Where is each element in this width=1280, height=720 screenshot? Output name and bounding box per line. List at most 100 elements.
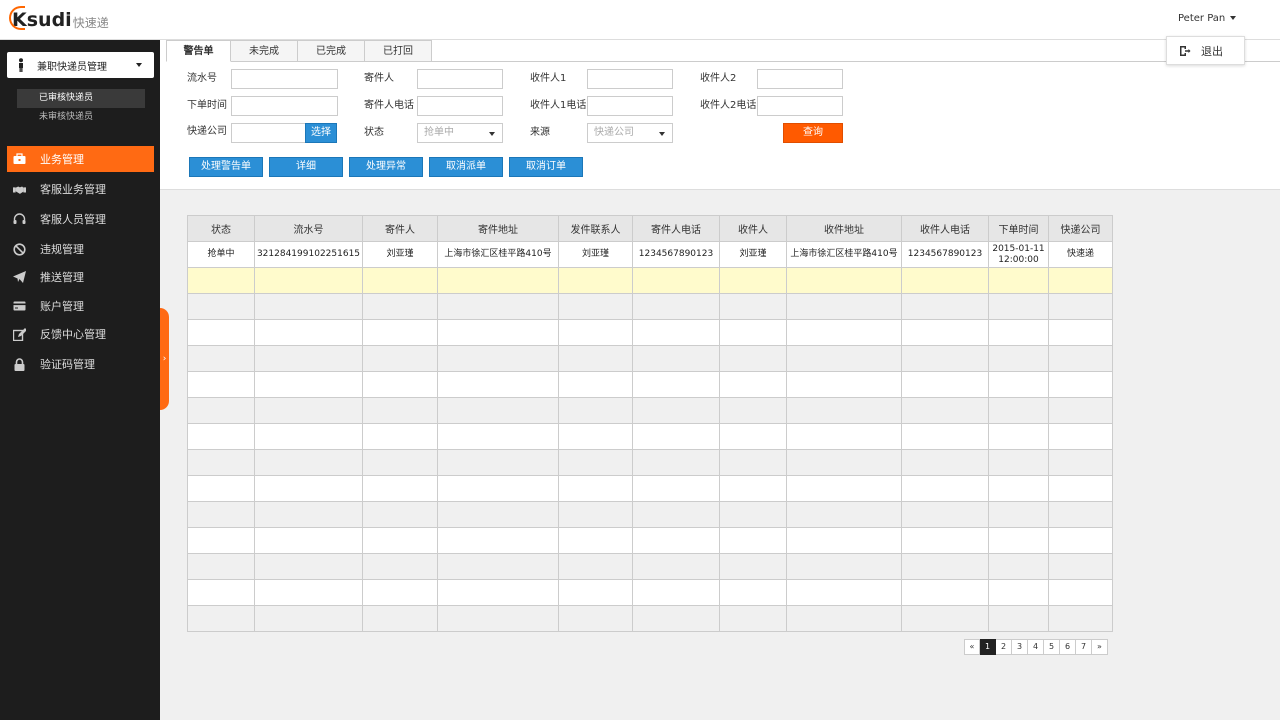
table-cell — [901, 579, 989, 606]
table-cell — [632, 371, 720, 398]
handle-warning-button[interactable]: 处理警告单 — [189, 157, 263, 177]
table-cell — [901, 371, 989, 398]
status-select-value: 抢单中 — [424, 127, 454, 138]
table-row[interactable] — [187, 293, 1113, 320]
table-cell — [362, 345, 438, 372]
table-row[interactable] — [187, 371, 1113, 398]
sidebar-item-business[interactable]: 业务管理 — [7, 146, 154, 172]
cancel-order-button[interactable]: 取消订单 — [509, 157, 583, 177]
table-cell — [558, 449, 633, 476]
receiver2-phone-input[interactable] — [757, 96, 843, 116]
column-header[interactable]: 发件联系人 — [558, 215, 633, 242]
column-header[interactable]: 状态 — [187, 215, 255, 242]
table-cell: 1234567890123 — [632, 241, 720, 268]
table-row[interactable] — [187, 605, 1113, 632]
table-row[interactable] — [187, 449, 1113, 476]
sender-phone-input[interactable] — [417, 96, 503, 116]
table-row[interactable] — [187, 527, 1113, 554]
column-header[interactable]: 快递公司 — [1048, 215, 1113, 242]
tab-incomplete[interactable]: 未完成 — [231, 40, 298, 62]
table-cell — [786, 267, 902, 294]
user-menu[interactable]: Peter Pan — [1178, 13, 1237, 24]
table-row[interactable] — [187, 501, 1113, 528]
table-cell — [632, 449, 720, 476]
column-header[interactable]: 寄件人电话 — [632, 215, 720, 242]
order-time-input[interactable] — [231, 96, 338, 116]
table-cell — [719, 579, 787, 606]
column-header[interactable]: 寄件地址 — [437, 215, 559, 242]
sub-item-pending-couriers[interactable]: 未审核快递员 — [17, 108, 145, 127]
handle-exception-button[interactable]: 处理异常 — [349, 157, 423, 177]
tab-returned[interactable]: 已打回 — [365, 40, 432, 62]
table-row[interactable] — [187, 397, 1113, 424]
table-row[interactable] — [187, 319, 1113, 346]
column-header[interactable]: 流水号 — [254, 215, 363, 242]
table-cell — [558, 553, 633, 580]
cancel-dispatch-button[interactable]: 取消派单 — [429, 157, 503, 177]
logo[interactable]: Ksudi 快速递 — [9, 6, 109, 33]
sub-item-approved-couriers[interactable]: 已审核快递员 — [17, 89, 145, 108]
query-button[interactable]: 查询 — [783, 123, 843, 143]
receiver1-phone-input[interactable] — [587, 96, 673, 116]
role-select[interactable]: 兼职快递员管理 — [7, 52, 154, 78]
table-row[interactable] — [187, 579, 1113, 606]
page-button[interactable]: 2 — [996, 639, 1012, 655]
logout-menu-item[interactable]: 退出 — [1166, 36, 1245, 65]
table-cell — [558, 267, 633, 294]
receiver1-phone-label: 收件人1电话 — [530, 100, 587, 111]
table-row[interactable] — [187, 423, 1113, 450]
table-cell — [786, 501, 902, 528]
prev-page-button[interactable]: « — [964, 639, 980, 655]
sidebar-item-captcha[interactable]: 验证码管理 — [7, 351, 154, 377]
status-select[interactable]: 抢单中 — [417, 123, 503, 143]
tab-warning[interactable]: 警告单 — [166, 40, 231, 62]
table-cell — [254, 371, 363, 398]
sidebar-item-accounts[interactable]: 账户管理 — [7, 293, 154, 319]
page-button[interactable]: 7 — [1076, 639, 1092, 655]
sidebar-item-push[interactable]: 推送管理 — [7, 264, 154, 290]
receiver2-phone-label: 收件人2电话 — [700, 100, 757, 111]
table-cell — [632, 267, 720, 294]
table-row[interactable]: 抢单中 321284199102251615 刘亚瑾 上海市徐汇区桂平路410号 刘亚瑾… — [187, 241, 1113, 268]
column-header[interactable]: 收件地址 — [786, 215, 902, 242]
credit-card-icon — [13, 300, 26, 313]
table-row[interactable] — [187, 475, 1113, 502]
table-row[interactable] — [187, 553, 1113, 580]
tab-completed[interactable]: 已完成 — [298, 40, 365, 62]
table-cell: 1234567890123 — [901, 241, 989, 268]
table-cell — [437, 527, 559, 554]
sidebar-item-cs-staff[interactable]: 客服人员管理 — [7, 206, 154, 232]
source-select[interactable]: 快递公司 — [587, 123, 673, 143]
table-row[interactable] — [187, 345, 1113, 372]
table-cell — [254, 527, 363, 554]
table-cell — [901, 501, 989, 528]
chevron-down-icon — [659, 132, 665, 136]
sidebar-item-violations[interactable]: 违规管理 — [7, 236, 154, 262]
page-button[interactable]: 6 — [1060, 639, 1076, 655]
sender-input[interactable] — [417, 69, 503, 89]
receiver1-input[interactable] — [587, 69, 673, 89]
table-cell — [632, 319, 720, 346]
column-header[interactable]: 下单时间 — [988, 215, 1049, 242]
column-header[interactable]: 收件人 — [719, 215, 787, 242]
page-button[interactable]: 3 — [1012, 639, 1028, 655]
page-button[interactable]: 1 — [980, 639, 996, 655]
receiver2-input[interactable] — [757, 69, 843, 89]
table-row[interactable] — [187, 267, 1113, 294]
sidebar-toggle-button[interactable]: › — [160, 308, 169, 410]
page-button[interactable]: 5 — [1044, 639, 1060, 655]
serial-input[interactable] — [231, 69, 338, 89]
table-cell: 抢单中 — [187, 241, 255, 268]
page-button[interactable]: 4 — [1028, 639, 1044, 655]
column-header[interactable]: 寄件人 — [362, 215, 438, 242]
logo-cn-text: 快速递 — [72, 15, 109, 30]
next-page-button[interactable]: » — [1092, 639, 1108, 655]
table-cell — [988, 579, 1049, 606]
details-button[interactable]: 详细 — [269, 157, 343, 177]
choose-company-button[interactable]: 选择 — [305, 123, 337, 143]
table-cell — [437, 293, 559, 320]
sidebar-item-feedback[interactable]: 反馈中心管理 — [7, 321, 154, 347]
sidebar-item-cs-business[interactable]: 客服业务管理 — [7, 176, 154, 202]
company-input[interactable] — [231, 123, 306, 143]
column-header[interactable]: 收件人电话 — [901, 215, 989, 242]
